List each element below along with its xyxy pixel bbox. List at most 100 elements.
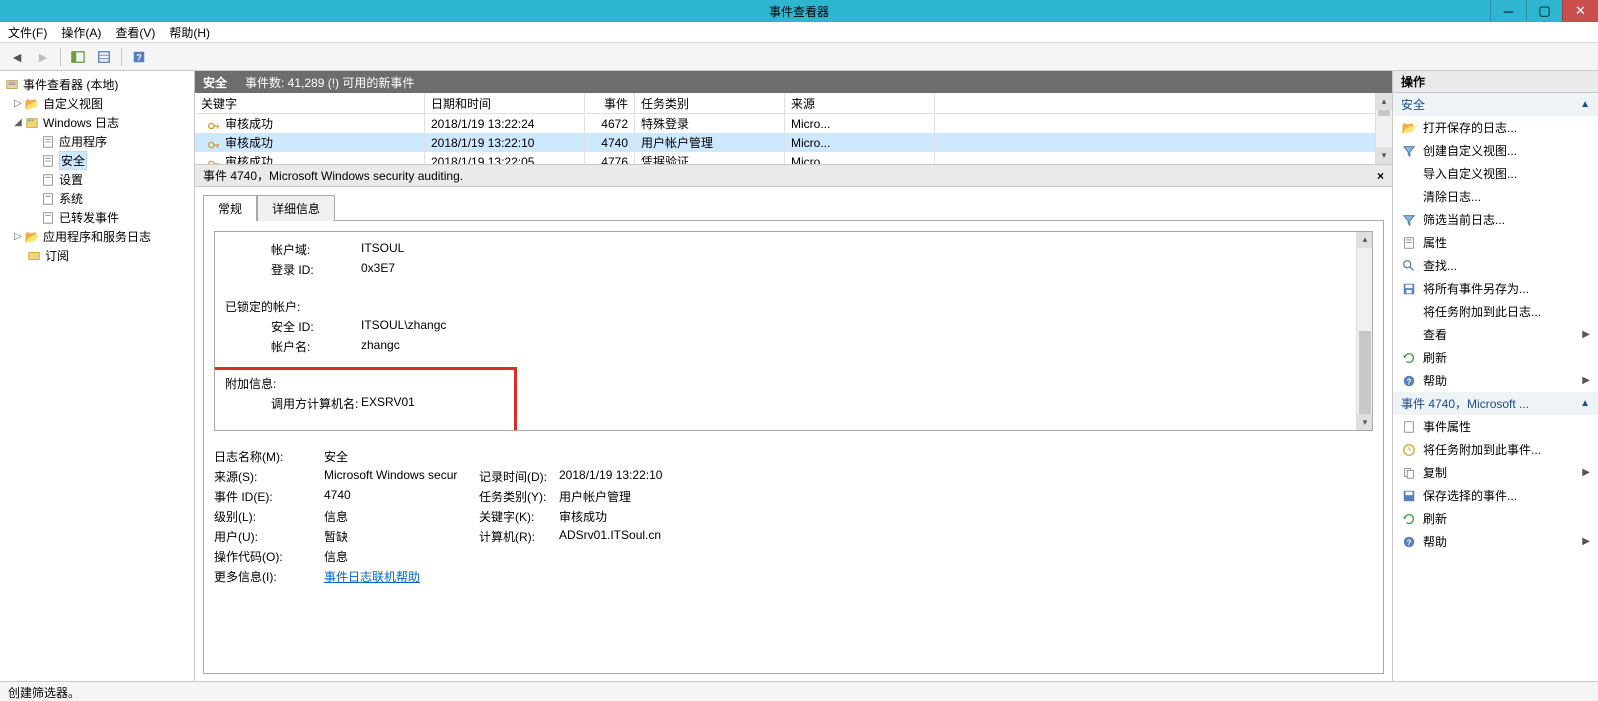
computer-value: ADSrv01.ITSoul.cn: [559, 528, 661, 545]
submenu-arrow-icon: ▶: [1582, 536, 1590, 547]
tree-apps-services[interactable]: ▷ 📂 应用程序和服务日志: [0, 227, 194, 246]
blank-icon: [1401, 189, 1417, 205]
description-scrollbar[interactable]: ▴▾: [1356, 231, 1373, 431]
action-view[interactable]: 查看▶: [1393, 323, 1598, 346]
tree-windows-logs-label: Windows 日志: [43, 114, 119, 131]
event-category: 凭据验证: [635, 151, 785, 165]
tree-application[interactable]: 应用程序: [0, 132, 194, 151]
action-import-custom-view[interactable]: 导入自定义视图...: [1393, 162, 1598, 185]
tree-setup[interactable]: 设置: [0, 170, 194, 189]
action-clear-log[interactable]: 清除日志...: [1393, 185, 1598, 208]
minimize-button[interactable]: ─: [1490, 0, 1526, 22]
detail-close-icon[interactable]: ×: [1377, 169, 1384, 183]
action-save-all[interactable]: 将所有事件另存为...: [1393, 277, 1598, 300]
actions-group-event[interactable]: 事件 4740，Microsoft ...▲: [1393, 392, 1598, 415]
key-icon: [207, 156, 221, 165]
event-category: 特殊登录: [635, 113, 785, 134]
show-hide-tree-button[interactable]: [67, 46, 89, 68]
center-header-label: 安全: [203, 74, 227, 91]
tree-forwarded[interactable]: 已转发事件: [0, 208, 194, 227]
folder-icon: 📂: [24, 229, 40, 245]
opcode-value: 信息: [324, 548, 479, 565]
event-source: Micro...: [785, 115, 935, 133]
tree-custom-views[interactable]: ▷ 📂 自定义视图: [0, 94, 194, 113]
event-source: Micro...: [785, 134, 935, 152]
key-icon: [207, 118, 221, 132]
expand-icon[interactable]: ▷: [12, 231, 24, 242]
task-icon: [1401, 442, 1417, 458]
key-icon: [207, 137, 221, 151]
action-attach-task-event[interactable]: 将任务附加到此事件...: [1393, 438, 1598, 461]
action-copy[interactable]: 复制▶: [1393, 461, 1598, 484]
action-help[interactable]: ?帮助▶: [1393, 369, 1598, 392]
expand-icon[interactable]: ▷: [12, 98, 24, 109]
col-keyword[interactable]: 关键字: [195, 93, 425, 113]
actions-group-security[interactable]: 安全▲: [1393, 93, 1598, 116]
collapse-icon[interactable]: ◢: [12, 117, 24, 128]
action-properties[interactable]: 属性: [1393, 231, 1598, 254]
action-refresh-2[interactable]: 刷新: [1393, 507, 1598, 530]
detail-title: 事件 4740，Microsoft Windows security audit…: [203, 167, 463, 184]
submenu-arrow-icon: ▶: [1582, 375, 1590, 386]
menu-action[interactable]: 操作(A): [61, 24, 101, 41]
taskcat-label: 任务类别(Y):: [479, 488, 559, 505]
col-datetime[interactable]: 日期和时间: [425, 93, 585, 113]
tree-windows-logs[interactable]: ◢ Windows 日志: [0, 113, 194, 132]
log-icon: [40, 153, 56, 169]
logon-id-value: 0x3E7: [361, 261, 395, 278]
export-list-button[interactable]: [93, 46, 115, 68]
logged-value: 2018/1/19 13:22:10: [559, 468, 662, 485]
moreinfo-link[interactable]: 事件日志联机帮助: [324, 568, 420, 585]
action-open-saved-log[interactable]: 📂打开保存的日志...: [1393, 116, 1598, 139]
event-row[interactable]: 审核成功 2018/1/19 13:22:05 4776 凭据验证 Micro.…: [195, 152, 1392, 165]
tree-security[interactable]: 安全: [0, 151, 194, 170]
event-list-header: 关键字 日期和时间 事件 ID 任务类别 来源: [195, 93, 1392, 114]
detail-header: 事件 4740，Microsoft Windows security audit…: [195, 165, 1392, 187]
save-icon: [1401, 281, 1417, 297]
forward-button[interactable]: ►: [32, 46, 54, 68]
tab-general[interactable]: 常规: [203, 195, 257, 221]
tree-setup-label: 设置: [59, 171, 83, 188]
properties-icon: [1401, 419, 1417, 435]
locked-account-label: 已锁定的帐户:: [225, 298, 300, 315]
action-save-selected[interactable]: 保存选择的事件...: [1393, 484, 1598, 507]
tree-root-label: 事件查看器 (本地): [23, 76, 118, 93]
event-row[interactable]: 审核成功 2018/1/19 13:22:24 4672 特殊登录 Micro.…: [195, 114, 1392, 133]
action-event-properties[interactable]: 事件属性: [1393, 415, 1598, 438]
help-button[interactable]: ?: [128, 46, 150, 68]
tree-subscriptions-label: 订阅: [45, 247, 69, 264]
menu-view[interactable]: 查看(V): [115, 24, 155, 41]
tree-pane: 事件查看器 (本地) ▷ 📂 自定义视图 ◢ Windows 日志 应用程序 安…: [0, 71, 195, 681]
event-list: 关键字 日期和时间 事件 ID 任务类别 来源 审核成功 2018/1/19 1…: [195, 93, 1392, 165]
window-title: 事件查看器: [769, 3, 829, 20]
event-row[interactable]: 审核成功 2018/1/19 13:22:10 4740 用户帐户管理 Micr…: [195, 133, 1392, 152]
action-help-2[interactable]: ?帮助▶: [1393, 530, 1598, 553]
menu-help[interactable]: 帮助(H): [169, 24, 210, 41]
tab-details[interactable]: 详细信息: [257, 195, 335, 221]
menu-file[interactable]: 文件(F): [8, 24, 47, 41]
tree-system[interactable]: 系统: [0, 189, 194, 208]
event-keyword: 审核成功: [225, 117, 273, 131]
action-filter-log[interactable]: 筛选当前日志...: [1393, 208, 1598, 231]
tree-subscriptions[interactable]: 订阅: [0, 246, 194, 265]
log-icon: [40, 191, 56, 207]
detail-body: 常规 详细信息 帐户域:ITSOUL 登录 ID:0x3E7 已锁定的帐户: 安…: [195, 187, 1392, 681]
account-name-value: zhangc: [361, 338, 400, 355]
action-create-custom-view[interactable]: 创建自定义视图...: [1393, 139, 1598, 162]
maximize-button[interactable]: ▢: [1526, 0, 1562, 22]
action-find[interactable]: 查找...: [1393, 254, 1598, 277]
funnel-icon: [1401, 143, 1417, 159]
folder-icon: [24, 115, 40, 131]
col-event-id[interactable]: 事件 ID: [585, 93, 635, 113]
close-button[interactable]: ✕: [1562, 0, 1598, 22]
action-attach-task-log[interactable]: 将任务附加到此日志...: [1393, 300, 1598, 323]
back-button[interactable]: ◄: [6, 46, 28, 68]
action-refresh[interactable]: 刷新: [1393, 346, 1598, 369]
submenu-arrow-icon: ▶: [1582, 329, 1590, 340]
event-list-scrollbar[interactable]: ▴▾: [1375, 93, 1392, 164]
tree-root[interactable]: 事件查看器 (本地): [0, 75, 194, 94]
col-category[interactable]: 任务类别: [635, 93, 785, 113]
caller-label: 调用方计算机名:: [271, 395, 361, 412]
refresh-icon: [1401, 350, 1417, 366]
col-source[interactable]: 来源: [785, 93, 935, 113]
